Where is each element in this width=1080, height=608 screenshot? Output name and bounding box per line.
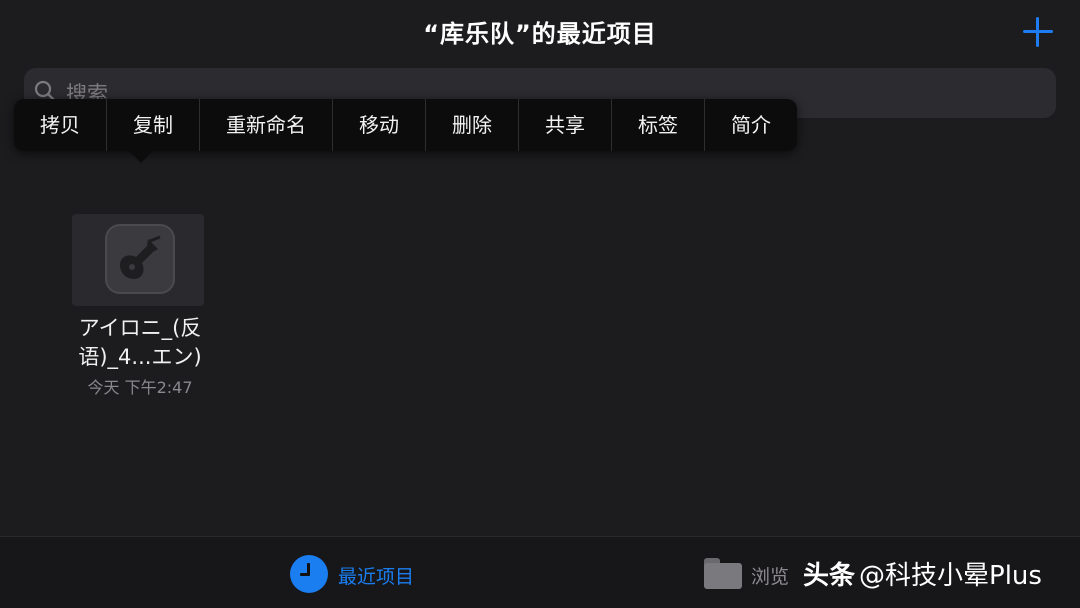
file-name-line-1: アイロニ_(反 <box>78 316 202 340</box>
add-button[interactable] <box>1020 14 1056 50</box>
clock-icon <box>290 555 328 593</box>
folder-icon <box>704 558 742 590</box>
menu-item-rename[interactable]: 重新命名 <box>200 99 333 151</box>
file-name-line-2: 语)_4...エン) <box>78 345 202 369</box>
context-menu: 拷贝 复制 重新命名 移动 删除 共享 标签 简介 <box>14 99 797 151</box>
menu-item-duplicate[interactable]: 复制 <box>107 99 200 151</box>
garageband-guitar-icon <box>105 224 175 294</box>
page-title: “库乐队”的最近项目 <box>423 20 657 48</box>
menu-item-delete[interactable]: 删除 <box>426 99 519 151</box>
context-menu-pointer <box>128 150 154 163</box>
menu-item-move[interactable]: 移动 <box>333 99 426 151</box>
menu-item-share[interactable]: 共享 <box>519 99 612 151</box>
tab-browse-label: 浏览 <box>751 566 790 588</box>
tab-recents-label: 最近项目 <box>338 566 415 588</box>
menu-item-info[interactable]: 简介 <box>705 99 797 151</box>
file-thumbnail <box>72 214 204 306</box>
watermark-brand: 头条 <box>803 561 856 591</box>
files-screen: “库乐队”的最近项目 搜索 アイロニ_(反 语)_4...エン) 今天 下午2:… <box>0 0 1080 608</box>
file-date: 今天 下午2:47 <box>87 378 193 397</box>
file-name: アイロニ_(反 语)_4...エン) <box>50 314 230 372</box>
menu-item-tags[interactable]: 标签 <box>612 99 705 151</box>
menu-item-copy[interactable]: 拷贝 <box>14 99 107 151</box>
watermark: 头条 @科技小晕Plus <box>803 555 1042 592</box>
watermark-handle: @科技小晕Plus <box>859 561 1042 591</box>
